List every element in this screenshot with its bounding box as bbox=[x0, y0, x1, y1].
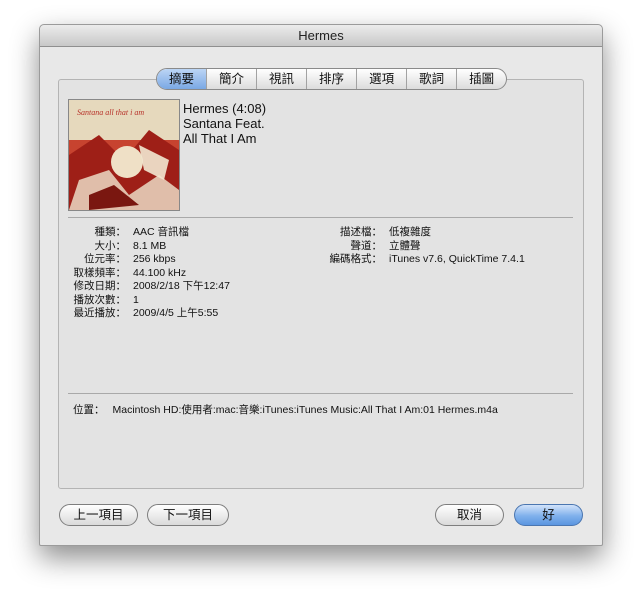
album-name: All That I Am bbox=[183, 131, 257, 146]
detail-date-modified: 修改日期： 2008/2/18 下午12:47 bbox=[70, 280, 230, 294]
divider bbox=[68, 217, 573, 218]
tab-options[interactable]: 選項 bbox=[356, 69, 406, 89]
tab-bar: 摘要 簡介 視訊 排序 選項 歌詞 插圖 bbox=[156, 68, 508, 90]
location-path: Macintosh HD:使用者:mac:音樂:iTunes:iTunes Mu… bbox=[112, 404, 498, 416]
sample-rate-label: 取樣頻率： bbox=[73, 266, 127, 279]
detail-size: 大小： 8.1 MB bbox=[70, 240, 230, 254]
tab-lyrics[interactable]: 歌詞 bbox=[406, 69, 456, 89]
bitrate-value: 256 kbps bbox=[133, 253, 176, 265]
file-details-right: 描述檔： 低複雜度 聲道： 立體聲 編碼格式： iTunes v7.6, QuickT… bbox=[316, 226, 525, 267]
kind-value: AAC 音訊檔 bbox=[133, 226, 190, 238]
bitrate-label: 位元率： bbox=[84, 253, 126, 265]
kind-label: 種類： bbox=[94, 226, 127, 238]
play-count-label: 播放次數： bbox=[73, 293, 127, 306]
album-artwork: Santana all that i am bbox=[68, 99, 180, 211]
cancel-button[interactable]: 取消 bbox=[435, 504, 504, 526]
detail-channels: 聲道： 立體聲 bbox=[316, 240, 525, 254]
track-name-duration: Hermes (4:08) bbox=[183, 101, 267, 116]
date-modified-label: 修改日期： bbox=[73, 280, 127, 292]
next-item-button[interactable]: 下一項目 bbox=[147, 504, 229, 526]
channels-value: 立體聲 bbox=[389, 239, 421, 252]
tab-sorting[interactable]: 排序 bbox=[306, 69, 356, 89]
track-headline: Hermes (4:08) Santana Feat. All That I A… bbox=[183, 101, 266, 146]
location-label: 位置： bbox=[73, 404, 105, 416]
sample-rate-value: 44.100 kHz bbox=[133, 266, 187, 279]
size-label: 大小： bbox=[94, 239, 127, 252]
profile-value: 低複雜度 bbox=[389, 226, 431, 238]
file-details-left: 種類： AAC 音訊檔 大小： 8.1 MB 位元率： 256 kbps 取樣頻率： 4… bbox=[70, 226, 230, 321]
detail-profile: 描述檔： 低複雜度 bbox=[316, 226, 525, 240]
divider bbox=[68, 393, 573, 394]
encoder-label: 編碼格式： bbox=[329, 253, 383, 265]
last-played-label: 最近播放： bbox=[73, 307, 127, 319]
detail-sample-rate: 取樣頻率： 44.100 kHz bbox=[70, 267, 230, 281]
detail-kind: 種類： AAC 音訊檔 bbox=[70, 226, 230, 240]
info-dialog: Hermes 摘要 簡介 視訊 排序 選項 歌詞 插圖 Santana all … bbox=[39, 24, 603, 546]
artwork-text: Santana all that i am bbox=[77, 108, 145, 117]
encoder-value: iTunes v7.6, QuickTime 7.4.1 bbox=[389, 253, 525, 265]
play-count-value: 1 bbox=[133, 293, 139, 306]
tab-artwork[interactable]: 插圖 bbox=[456, 69, 506, 89]
profile-label: 描述檔： bbox=[340, 226, 382, 238]
artist-name: Santana Feat. bbox=[183, 116, 265, 131]
file-location: 位置： Macintosh HD:使用者:mac:音樂:iTunes:iTunes… bbox=[73, 402, 498, 417]
detail-play-count: 播放次數： 1 bbox=[70, 294, 230, 308]
detail-bitrate: 位元率： 256 kbps bbox=[70, 253, 230, 267]
date-modified-value: 2008/2/18 下午12:47 bbox=[133, 280, 230, 292]
ok-button[interactable]: 好 bbox=[514, 504, 583, 526]
detail-encoder: 編碼格式： iTunes v7.6, QuickTime 7.4.1 bbox=[316, 253, 525, 267]
tab-info[interactable]: 簡介 bbox=[206, 69, 256, 89]
size-value: 8.1 MB bbox=[133, 239, 167, 252]
tab-video[interactable]: 視訊 bbox=[256, 69, 306, 89]
channels-label: 聲道： bbox=[350, 239, 383, 252]
window-title: Hermes bbox=[40, 25, 602, 47]
detail-last-played: 最近播放： 2009/4/5 上午5:55 bbox=[70, 307, 230, 321]
tab-summary[interactable]: 摘要 bbox=[157, 69, 207, 89]
previous-item-button[interactable]: 上一項目 bbox=[59, 504, 138, 526]
last-played-value: 2009/4/5 上午5:55 bbox=[133, 307, 219, 319]
